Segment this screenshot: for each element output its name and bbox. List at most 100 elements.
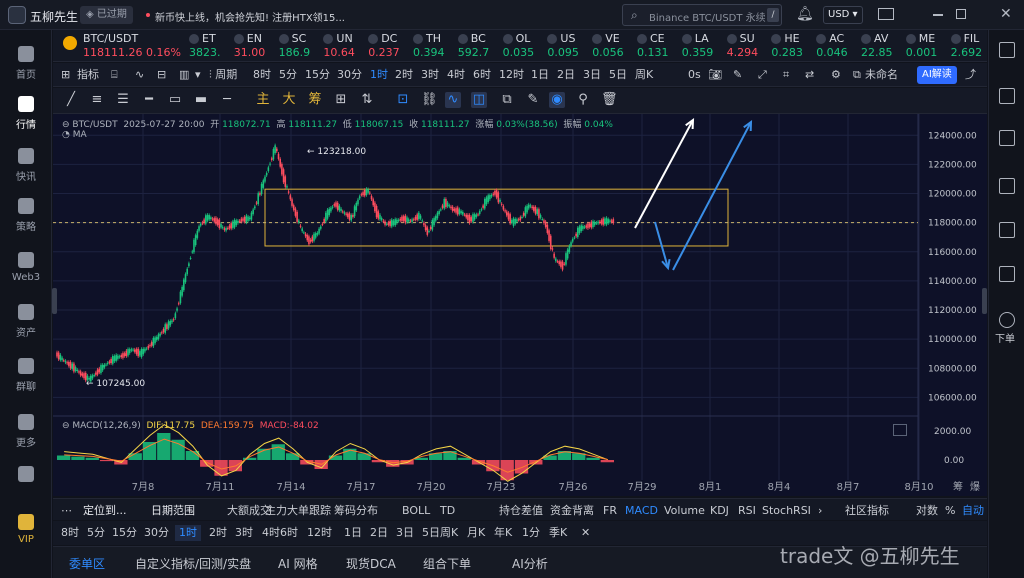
lock-tool-icon[interactable]: ◫: [471, 92, 487, 108]
interval-8[interactable]: 6时: [473, 67, 491, 83]
indicator-grid-icon[interactable]: ⊞: [61, 67, 70, 83]
link-tool-icon[interactable]: ⛓: [421, 92, 438, 108]
ticker-item[interactable]: EN 31.00: [233, 32, 276, 61]
close-intervals-icon[interactable]: ✕: [581, 525, 590, 541]
indicator-tool-icon[interactable]: ⊞: [333, 92, 349, 108]
search-input[interactable]: ⌕ Binance BTC/USDT 永续 /: [622, 4, 782, 26]
layout-icon[interactable]: ⌗: [783, 67, 789, 83]
period-button[interactable]: ⫶ 周期: [209, 67, 237, 83]
nav-item-5[interactable]: 资产: [0, 304, 52, 339]
ticker-item[interactable]: US 0.095: [547, 32, 589, 61]
indicator-1[interactable]: 日期范围: [151, 503, 195, 519]
indicator-15[interactable]: 社区指标: [845, 503, 889, 519]
h-line-tool-icon[interactable]: ━: [141, 92, 157, 108]
ticker-item[interactable]: VE 0.056: [592, 32, 634, 61]
price-chart[interactable]: 124000.00 122000.00 120000.00 118000.00 1160…: [53, 114, 987, 496]
interval-1[interactable]: 5分: [279, 67, 297, 83]
interval-12[interactable]: 3日: [583, 67, 601, 83]
interval-7[interactable]: 4时: [447, 67, 465, 83]
interval-11[interactable]: 2日: [557, 67, 575, 83]
magnet-tool-icon[interactable]: ∿: [445, 92, 461, 108]
draw-icon[interactable]: ⊟: [157, 67, 166, 83]
interval-2[interactable]: 15分: [305, 67, 330, 83]
nav-item-2[interactable]: 快讯: [0, 148, 52, 183]
nav-item-4[interactable]: Web3: [0, 252, 52, 283]
bottom-interval-18[interactable]: 季K: [549, 525, 567, 541]
indicator-7[interactable]: 持仓差值: [499, 503, 543, 519]
ticker-item[interactable]: LA 0.359: [681, 32, 724, 61]
bottom-tab-2[interactable]: AI 网格: [278, 556, 318, 572]
orderbook-icon[interactable]: [999, 88, 1015, 104]
bottom-tab-4[interactable]: 组合下单: [423, 556, 471, 572]
save-layout-icon[interactable]: ⧉: [853, 67, 861, 83]
bottom-interval-9[interactable]: 12时: [307, 525, 332, 541]
ma-legend[interactable]: ◔ MA: [62, 130, 87, 140]
ticker-item[interactable]: ET 3823.: [189, 32, 231, 61]
trend-icon[interactable]: [999, 178, 1015, 194]
nav-item-9[interactable]: VIP: [0, 514, 52, 545]
next-indicator-icon[interactable]: ›: [818, 503, 822, 519]
settings-icon[interactable]: ⚙: [831, 67, 841, 83]
interval-9[interactable]: 12时: [499, 67, 524, 83]
bottom-tab-1[interactable]: 自定义指标/回测/实盘: [135, 556, 251, 572]
edit-tool-icon[interactable]: ✎: [525, 92, 541, 108]
bottom-interval-5[interactable]: 2时: [209, 525, 227, 541]
indicator-11[interactable]: Volume: [664, 503, 705, 519]
macd-expand-icon[interactable]: [893, 424, 907, 436]
mail-icon[interactable]: [878, 8, 894, 20]
bottom-interval-15[interactable]: 月K: [467, 525, 485, 541]
indicator-4[interactable]: 筹码分布: [334, 503, 378, 519]
bottom-tab-0[interactable]: 委单区: [69, 556, 105, 572]
line-strip-tool-icon[interactable]: ─: [219, 92, 235, 108]
ticker-item[interactable]: HE 0.283: [771, 32, 813, 61]
line-tool-icon[interactable]: ╱: [63, 92, 79, 108]
bottom-interval-6[interactable]: 3时: [235, 525, 253, 541]
rect-tool-icon[interactable]: ▭: [167, 92, 183, 108]
ticker-item[interactable]: AC 0.046: [816, 32, 858, 61]
interval-5[interactable]: 2时: [395, 67, 413, 83]
compare-tool-icon[interactable]: ⇅: [359, 92, 375, 108]
bottom-interval-10[interactable]: 1日: [344, 525, 362, 541]
ticker-item[interactable]: CE 0.131: [637, 32, 679, 61]
swap-icon[interactable]: ⇄: [805, 67, 814, 83]
currency-select[interactable]: USD ▾: [823, 6, 863, 24]
ticker-item[interactable]: BC 592.7: [457, 32, 500, 61]
indicator-5[interactable]: BOLL: [402, 503, 430, 519]
ticker-item[interactable]: AV 22.85: [861, 32, 903, 61]
bottom-interval-16[interactable]: 年K: [494, 525, 512, 541]
indicator-12[interactable]: KDJ: [710, 503, 729, 519]
nav-item-3[interactable]: 策略: [0, 198, 52, 233]
candle-type-chevron-icon[interactable]: ▾: [195, 67, 201, 83]
interval-3[interactable]: 30分: [337, 67, 362, 83]
ticker-item[interactable]: SU 4.294: [726, 32, 769, 61]
ruler-tool-icon[interactable]: ▬: [193, 92, 209, 108]
ticker-item[interactable]: OL 0.035: [502, 32, 545, 61]
filter-tool-icon[interactable]: ⚲: [575, 92, 591, 108]
ticker-item[interactable]: ME 0.001: [905, 32, 948, 61]
indicator-3[interactable]: 主力大单跟踪: [265, 503, 331, 519]
nav-item-6[interactable]: 群聊: [0, 358, 52, 393]
nav-item-0[interactable]: 首页: [0, 46, 52, 81]
maximize-icon[interactable]: [956, 9, 966, 19]
interval-13[interactable]: 5日: [609, 67, 627, 83]
line-type-icon[interactable]: ∿: [135, 67, 144, 83]
chip-tool[interactable]: 筹: [307, 92, 323, 108]
interval-0[interactable]: 8时: [253, 67, 271, 83]
indicator-10[interactable]: MACD: [625, 503, 658, 519]
panel-icon[interactable]: [999, 42, 1015, 58]
indicator-16[interactable]: 对数: [916, 503, 938, 519]
nav-item-8[interactable]: [0, 466, 52, 486]
indicator-6[interactable]: TD: [440, 503, 455, 519]
indicator-17[interactable]: %: [945, 503, 955, 519]
interval-10[interactable]: 1日: [531, 67, 549, 83]
eye-tool-icon[interactable]: ◉: [549, 92, 565, 108]
ticker-main[interactable]: BTC/USDT 118111.26 0.16%: [83, 32, 181, 61]
chart-type-icon[interactable]: ⌸: [111, 67, 118, 83]
big-tool[interactable]: 大: [281, 92, 297, 108]
indicator-14[interactable]: StochRSI: [762, 503, 811, 519]
copy-tool-icon[interactable]: ⧉: [499, 92, 515, 108]
indicator-8[interactable]: 资金背离: [550, 503, 594, 519]
trades-icon[interactable]: [999, 266, 1015, 282]
share-icon[interactable]: ⤴: [965, 67, 976, 83]
trash-tool-icon[interactable]: 🗑︎: [601, 92, 618, 108]
